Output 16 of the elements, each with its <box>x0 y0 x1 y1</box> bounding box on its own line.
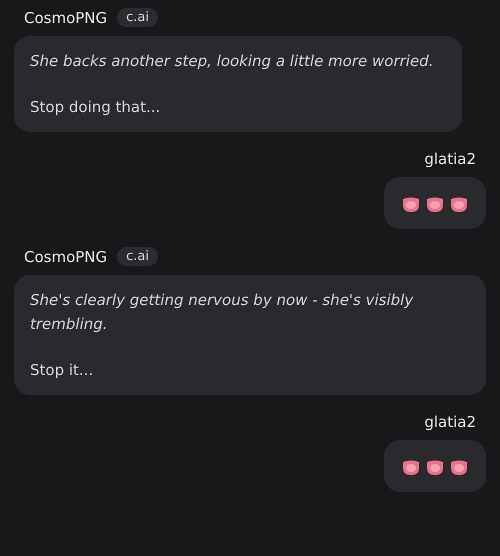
bot-tag: c.ai <box>117 8 158 27</box>
message-text: Stop it... <box>30 360 94 381</box>
devil-emoji-icon <box>448 456 470 476</box>
devil-emoji-icon <box>424 193 446 213</box>
message-text: Stop doing that... <box>30 97 162 118</box>
sender-name: glatia2 <box>424 413 476 431</box>
sender-name: CosmoPNG <box>24 248 108 266</box>
bot-tag: c.ai <box>117 247 158 266</box>
devil-emoji-icon <box>400 193 422 213</box>
devil-emoji-icon <box>424 456 446 476</box>
sender-name: CosmoPNG <box>24 8 108 26</box>
narration-text: She backs another step, looking a little more worried. <box>30 51 434 72</box>
narration-text: She's clearly getting nervous by now - she's visibly trembling. <box>30 290 414 335</box>
sender-name: glatia2 <box>424 150 476 168</box>
devil-emoji-icon <box>448 193 470 213</box>
devil-emoji-icon <box>400 456 422 476</box>
